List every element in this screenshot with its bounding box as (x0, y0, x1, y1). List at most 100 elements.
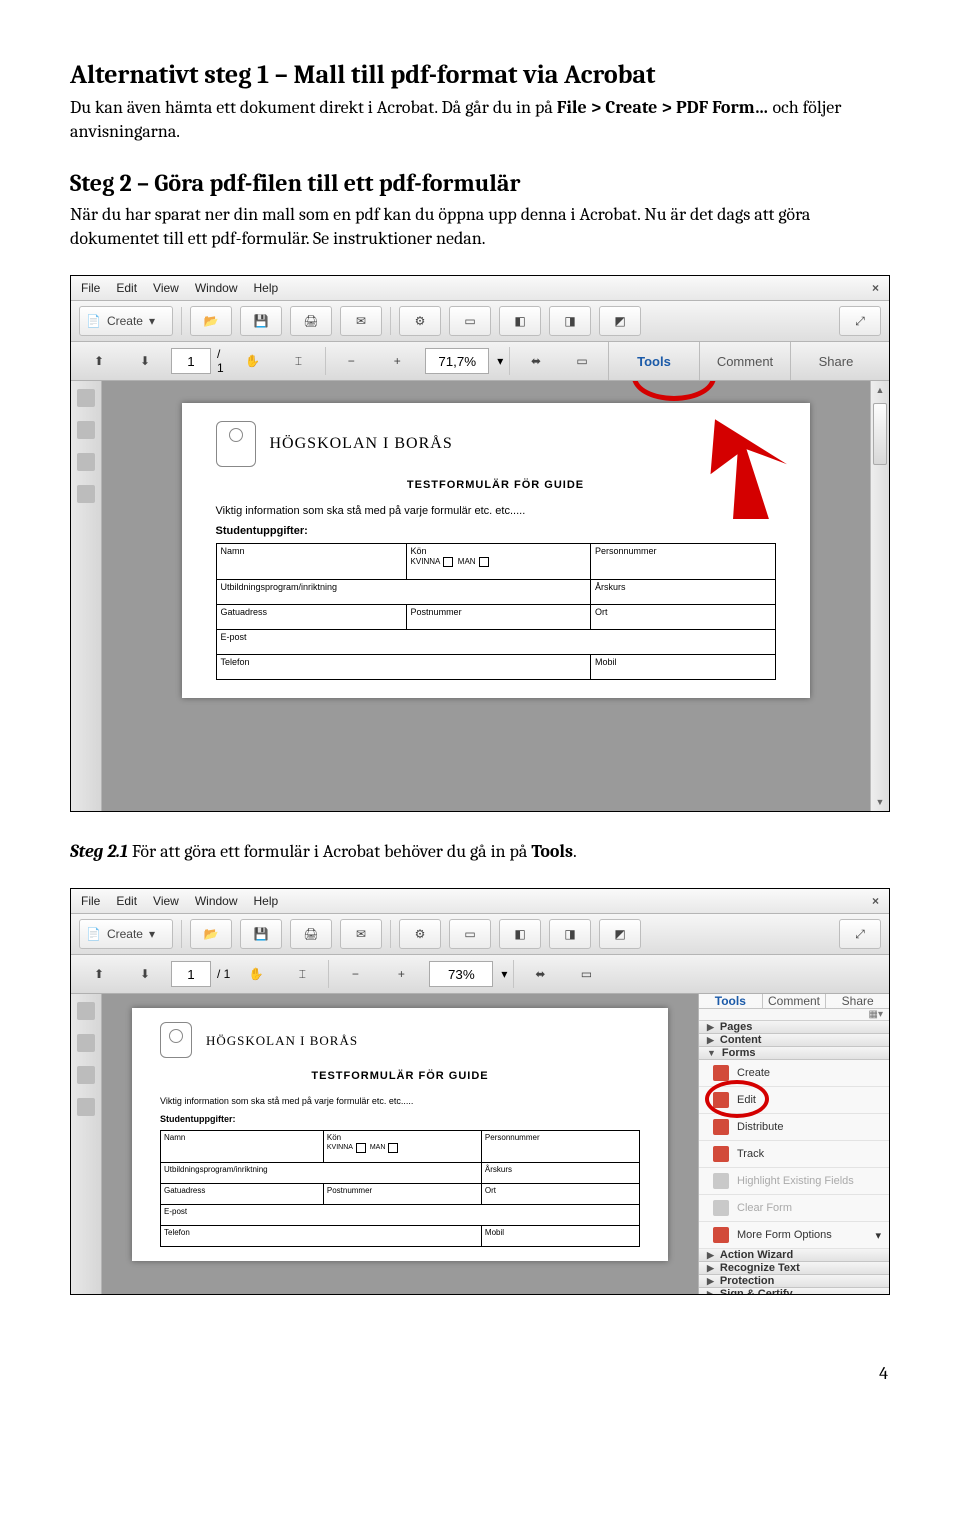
panel-tab-comment[interactable]: Comment (762, 994, 826, 1008)
tab-share[interactable]: Share (790, 342, 881, 380)
highlight-icon (713, 1173, 729, 1189)
menu-help[interactable]: Help (254, 276, 279, 300)
zoom-in-icon-2[interactable]: + (381, 960, 421, 988)
thumb-icon-2[interactable] (77, 1002, 95, 1020)
attach-icon[interactable] (77, 453, 95, 471)
cell-arskurs: Årskurs (591, 580, 775, 605)
menu-file[interactable]: File (81, 276, 100, 300)
tool-icon-3[interactable]: ◨ (549, 306, 591, 336)
page-input-2[interactable] (171, 961, 211, 987)
tool-icon-2[interactable]: ◧ (499, 306, 541, 336)
page-input[interactable] (171, 348, 211, 374)
heading-step-2: Steg 2 – Göra pdf-filen till ett pdf-for… (70, 169, 890, 197)
fit-width-icon-2[interactable]: ⬌ (520, 960, 560, 988)
forms-distribute[interactable]: Distribute (699, 1114, 889, 1141)
select-icon[interactable]: ⌶ (279, 347, 319, 375)
acc-pages[interactable]: ▶Pages (699, 1021, 889, 1034)
gear-icon[interactable]: ⚙ (399, 306, 441, 336)
menu-view[interactable]: View (153, 276, 179, 300)
tool2-3[interactable]: ◨ (549, 919, 591, 949)
bookmark-icon[interactable] (77, 421, 95, 439)
tool2-4[interactable]: ◩ (599, 919, 641, 949)
mail-icon-2[interactable]: ✉ (340, 919, 382, 949)
acc-content[interactable]: ▶Content (699, 1034, 889, 1047)
tool-icon-1[interactable]: ▭ (449, 306, 491, 336)
print-icon-2[interactable]: 🖨 (290, 919, 332, 949)
fit-width-icon[interactable]: ⬌ (516, 347, 556, 375)
university-name: HÖGSKOLAN I BORÅS (270, 436, 453, 452)
select-icon-2[interactable]: ⌶ (282, 960, 322, 988)
menu-view-2[interactable]: View (153, 889, 179, 913)
hand-icon[interactable]: ✋ (233, 347, 273, 375)
menu-edit[interactable]: Edit (116, 276, 137, 300)
page-down-icon[interactable]: ⬇ (125, 347, 165, 375)
attach-icon-2[interactable] (77, 1066, 95, 1084)
forms-track[interactable]: Track (699, 1141, 889, 1168)
form-info: Viktig information som ska stå med på va… (216, 505, 776, 517)
forms-highlight: Highlight Existing Fields (699, 1168, 889, 1195)
zoom-out-icon-2[interactable]: − (335, 960, 375, 988)
crest-icon (216, 421, 256, 467)
tool-icon-4[interactable]: ◩ (599, 306, 641, 336)
create-button[interactable]: 📄 Create ▾ (79, 306, 173, 336)
acc-protection[interactable]: ▶Protection (699, 1275, 889, 1288)
expand-icon-2[interactable]: ⤢ (839, 919, 881, 949)
save-icon[interactable]: 💾 (240, 306, 282, 336)
zoom-in-icon[interactable]: + (377, 347, 417, 375)
fit-page-icon-2[interactable]: ▭ (566, 960, 606, 988)
acc-recognize-text[interactable]: ▶Recognize Text (699, 1262, 889, 1275)
p1-bold: File > Create > PDF Form… (557, 97, 773, 118)
page-number: 4 (0, 1363, 960, 1404)
expand-icon[interactable]: ⤢ (839, 306, 881, 336)
tool2-2[interactable]: ◧ (499, 919, 541, 949)
thumb-icon[interactable] (77, 389, 95, 407)
open-icon[interactable]: 📂 (190, 306, 232, 336)
acc-forms[interactable]: ▼Forms (699, 1047, 889, 1060)
zoom-input-2[interactable] (429, 961, 493, 987)
tab-tools[interactable]: Tools (608, 342, 699, 380)
bookmark-icon-2[interactable] (77, 1034, 95, 1052)
page-up-icon-2[interactable]: ⬆ (79, 960, 119, 988)
create-button-2[interactable]: 📄 Create ▾ (79, 919, 173, 949)
panel-tab-tools[interactable]: Tools (699, 994, 762, 1008)
page-up-icon[interactable]: ⬆ (79, 347, 119, 375)
menu-window[interactable]: Window (195, 276, 238, 300)
open-icon-2[interactable]: 📂 (190, 919, 232, 949)
zoom-input[interactable] (425, 348, 489, 374)
document-area[interactable]: HÖGSKOLAN I BORÅS TESTFORMULÄR FÖR GUIDE… (102, 381, 889, 811)
save-icon-2[interactable]: 💾 (240, 919, 282, 949)
sig-icon-2[interactable] (77, 1098, 95, 1116)
left-nav-strip-2 (71, 994, 102, 1294)
gear-icon-2[interactable]: ⚙ (399, 919, 441, 949)
document-area-2[interactable]: HÖGSKOLAN I BORÅS TESTFORMULÄR FÖR GUIDE… (102, 994, 698, 1294)
mail-icon[interactable]: ✉ (340, 306, 382, 336)
page-down-icon-2[interactable]: ⬇ (125, 960, 165, 988)
sig-icon[interactable] (77, 485, 95, 503)
menu-window-2[interactable]: Window (195, 889, 238, 913)
toolbar-main-2: 📄 Create ▾ 📂 💾 🖨 ✉ ⚙ ▭ ◧ ◨ ◩ ⤢ (71, 914, 889, 955)
scrollbar[interactable]: ▲ ▼ (870, 381, 889, 811)
cell-utb: Utbildningsprogram/inriktning (216, 580, 591, 605)
hand-icon-2[interactable]: ✋ (236, 960, 276, 988)
panel-tab-share[interactable]: Share (825, 994, 889, 1008)
menu-help-2[interactable]: Help (254, 889, 279, 913)
panel-options-icon[interactable]: ▦▾ (699, 1009, 889, 1021)
more-icon (713, 1227, 729, 1243)
menu-edit-2[interactable]: Edit (116, 889, 137, 913)
tab-comment[interactable]: Comment (699, 342, 790, 380)
forms-more[interactable]: More Form Options▾ (699, 1222, 889, 1249)
close-icon[interactable]: × (872, 276, 879, 300)
tool2-1[interactable]: ▭ (449, 919, 491, 949)
acc-action-wizard[interactable]: ▶Action Wizard (699, 1249, 889, 1262)
university-name-2: HÖGSKOLAN I BORÅS (206, 1034, 358, 1047)
menu-file-2[interactable]: File (81, 889, 100, 913)
cell-mobil: Mobil (591, 655, 775, 680)
close-icon-2[interactable]: × (872, 889, 879, 913)
cell-gatu: Gatuadress (216, 605, 406, 630)
acrobat-screenshot-2: File Edit View Window Help × 📄 Create ▾ … (70, 888, 890, 1295)
zoom-out-icon[interactable]: − (331, 347, 371, 375)
print-icon[interactable]: 🖨 (290, 306, 332, 336)
acc-sign-certify[interactable]: ▶Sign & Certify (699, 1288, 889, 1295)
fit-page-icon[interactable]: ▭ (562, 347, 602, 375)
forms-clear: Clear Form (699, 1195, 889, 1222)
